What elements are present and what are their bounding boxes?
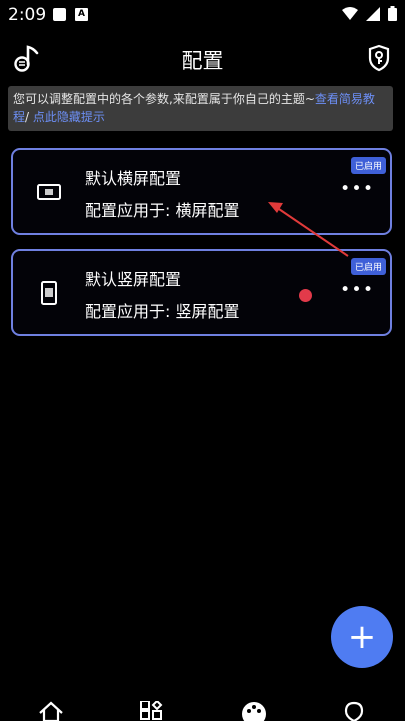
status-time: 2:09 [8, 5, 47, 25]
notice-separator: / [25, 110, 30, 124]
enabled-badge: 已启用 [350, 258, 386, 275]
config-card-landscape[interactable]: 默认横屏配置 配置应用于: 横屏配置 已启用 • • • [11, 148, 392, 235]
wifi-icon [342, 6, 358, 20]
more-options-icon[interactable]: • • • [340, 181, 373, 198]
shield-key-button[interactable] [367, 44, 391, 76]
signal-icon [366, 6, 380, 21]
home-icon[interactable] [38, 701, 64, 721]
portrait-phone-icon [41, 281, 57, 305]
card-subtitle: 配置应用于: 横屏配置 [85, 201, 240, 220]
app-header: 配置 [0, 36, 405, 80]
more-options-icon[interactable]: • • • [340, 282, 373, 299]
profile-icon[interactable] [343, 701, 365, 721]
palette-icon[interactable] [241, 701, 267, 721]
hide-tip-link[interactable]: 点此隐藏提示 [33, 110, 105, 124]
status-bar: 2:09 A [0, 0, 405, 30]
notification-a-icon: A [75, 8, 88, 21]
page-title: 配置 [181, 49, 224, 73]
battery-icon [388, 6, 397, 21]
landscape-phone-icon [37, 184, 61, 200]
card-title: 默认竖屏配置 [85, 270, 182, 289]
card-subtitle: 配置应用于: 竖屏配置 [85, 302, 240, 321]
shield-key-icon [368, 44, 390, 72]
enabled-badge: 已启用 [350, 157, 386, 174]
widgets-icon[interactable] [140, 701, 164, 721]
add-config-button[interactable]: + [331, 606, 393, 668]
notification-square-icon [53, 8, 66, 21]
card-title: 默认横屏配置 [85, 169, 182, 188]
bottom-nav [0, 695, 405, 721]
tip-notice: 您可以调整配置中的各个参数,来配置属于你自己的主题~查看简易教程/ 点此隐藏提示 [8, 86, 393, 131]
config-card-portrait[interactable]: 默认竖屏配置 配置应用于: 竖屏配置 已启用 • • • [11, 249, 392, 336]
notice-text: 您可以调整配置中的各个参数,来配置属于你自己的主题~ [13, 92, 315, 106]
status-icons [342, 6, 397, 21]
red-dot-marker [299, 289, 312, 302]
